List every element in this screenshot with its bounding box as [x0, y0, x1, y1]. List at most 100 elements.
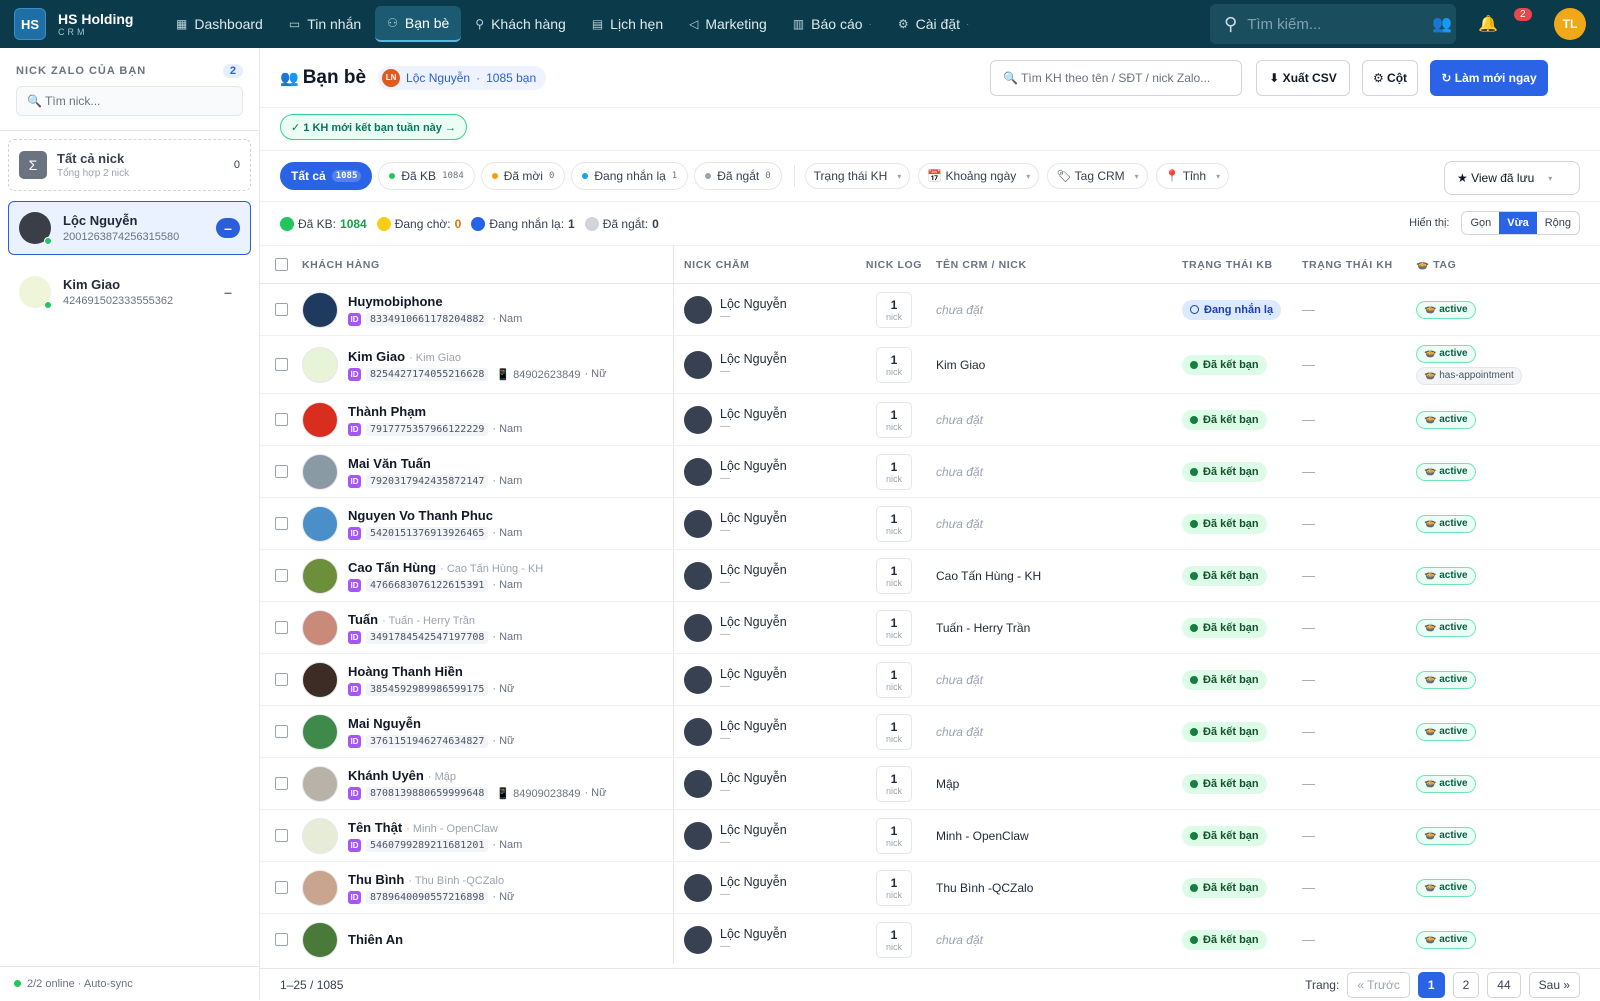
table-row[interactable]: Khánh Uyên · Mập ID 8708139880659999648 📱 84… [260, 758, 1600, 810]
user-avatar[interactable]: TL [1554, 8, 1586, 40]
col-header-nick-log[interactable]: NICK LOG [856, 259, 932, 271]
collapse-nick-button[interactable]: – [216, 282, 240, 302]
table-row[interactable]: Thành Phạm ID 7917775357966122229 · Nam Lộc … [260, 394, 1600, 446]
crm-tag[interactable]: 🍲 active [1416, 670, 1476, 689]
new-friends-notice[interactable]: ✓ 1 KH mới kết bạn tuần này → [280, 114, 467, 140]
sidebar-nick-1[interactable]: Kim Giao 424691502333555362 – [8, 265, 251, 319]
col-header-customer-status[interactable]: TRẠNG THÁI KH [1302, 259, 1416, 271]
row-checkbox[interactable] [274, 933, 288, 946]
col-header-friend-status[interactable]: TRẠNG THÁI KB [1182, 259, 1302, 271]
table-row[interactable]: Hoàng Thanh Hiền ID 3854592989986599175 · N… [260, 654, 1600, 706]
customer-cell[interactable]: Huymobiphone ID 8334910661178204882 · Nam [302, 284, 674, 335]
crm-tag[interactable]: 🍲 active [1416, 826, 1476, 845]
row-checkbox[interactable] [274, 569, 288, 582]
table-row[interactable]: Kim Giao · Kim Giao ID 8254427174055216628 📱… [260, 336, 1600, 394]
row-checkbox[interactable] [274, 358, 288, 371]
table-row[interactable]: Huymobiphone ID 8334910661178204882 · Nam Lộ… [260, 284, 1600, 336]
customer-cell[interactable]: Nguyen Vo Thanh Phuc ID 542015137691392646… [302, 498, 674, 549]
crm-tag[interactable]: 🍲 active [1416, 722, 1476, 741]
columns-button[interactable]: ⚙ Cột [1362, 60, 1418, 96]
nav-item-1[interactable]: ▭ Tin nhắn [277, 6, 373, 42]
col-header-crm[interactable]: TÊN CRM / NICK [932, 259, 1182, 271]
all-nicks-item[interactable]: Σ Tất cả nick Tổng hợp 2 nick 0 [8, 139, 251, 191]
nav-item-0[interactable]: ▦ Dashboard [164, 6, 275, 42]
filter-select-0[interactable]: Trạng thái KH ▾ [804, 163, 911, 189]
page-button-0[interactable]: 1 [1417, 972, 1445, 998]
filter-select-2[interactable]: 🏷 Tag CRM ▾ [1047, 163, 1148, 189]
export-csv-button[interactable]: ⬇ Xuất CSV [1256, 60, 1350, 96]
table-row[interactable]: Mai Nguyễn ID 3761151946274634827 · Nữ Lộc N… [260, 706, 1600, 758]
crm-tag[interactable]: 🍲 active [1416, 410, 1476, 429]
row-checkbox[interactable] [274, 725, 288, 738]
collapse-nick-button[interactable]: – [216, 218, 240, 238]
crm-tag[interactable]: 🍲 active [1416, 566, 1476, 585]
current-nick-chip[interactable]: LN Lộc Nguyễn · 1085 bạn [378, 65, 547, 90]
customer-cell[interactable]: Thiên An [302, 914, 674, 964]
table-row[interactable]: Thiên An Lộc Nguyễn —1 nick chưa đặt Đã kết b… [260, 914, 1600, 964]
filter-tab-4[interactable]: Đã ngắt 0 [694, 162, 782, 190]
crm-tag[interactable]: 🍲 active [1416, 618, 1476, 637]
filter-select-1[interactable]: 📅 Khoảng ngày ▾ [918, 163, 1040, 189]
select-all-checkbox[interactable] [274, 258, 288, 271]
global-search-input[interactable]: ⚲ Tìm kiếm... [1210, 4, 1456, 44]
refresh-button[interactable]: ↻ Làm mới ngay [1430, 60, 1548, 96]
sidebar-nick-0[interactable]: Lộc Nguyễn 2001263874256315580 – [8, 201, 251, 255]
nick-search-input[interactable]: 🔍 Tìm nick... [16, 86, 243, 116]
crm-tag[interactable]: 🍲 active [1416, 300, 1476, 319]
prev-page-button[interactable]: « Trước [1347, 972, 1410, 998]
row-checkbox[interactable] [274, 881, 288, 894]
nav-item-5[interactable]: ◁ Marketing [677, 6, 779, 42]
customer-cell[interactable]: Tuấn · Tuấn - Herry Trần ID 349178454254719… [302, 602, 674, 653]
row-checkbox[interactable] [274, 621, 288, 634]
nav-item-4[interactable]: ▤ Lịch hẹn [580, 6, 675, 42]
brand-logo[interactable]: HS HS Holding CRM [14, 8, 164, 40]
nav-item-7[interactable]: ⚙ Cài đặt · [886, 6, 981, 42]
row-checkbox[interactable] [274, 777, 288, 790]
crm-tag[interactable]: 🍲 active [1416, 774, 1476, 793]
table-row[interactable]: Tuấn · Tuấn - Herry Trần ID 349178454254719… [260, 602, 1600, 654]
customer-cell[interactable]: Mai Văn Tuấn ID 7920317942435872147 · Nam [302, 446, 674, 497]
row-checkbox[interactable] [274, 829, 288, 842]
bell-icon[interactable]: 🔔 [1478, 14, 1498, 34]
row-checkbox[interactable] [274, 303, 288, 316]
saved-views-button[interactable]: ★ View đã lưu ▾ [1444, 161, 1580, 195]
filter-tab-1[interactable]: Đã KB 1084 [378, 162, 475, 190]
customer-cell[interactable]: Thành Phạm ID 7917775357966122229 · Nam [302, 394, 674, 445]
crm-tag[interactable]: 🍲 active [1416, 930, 1476, 949]
density-option-0[interactable]: Gọn [1462, 212, 1499, 234]
customer-cell[interactable]: Thu Bình · Thu Bình -QCZalo ID 878964009055… [302, 862, 674, 913]
page-button-1[interactable]: 2 [1452, 972, 1480, 998]
customer-cell[interactable]: Mai Nguyễn ID 3761151946274634827 · Nữ [302, 706, 674, 757]
crm-tag[interactable]: 🍲 active [1416, 878, 1476, 897]
customer-cell[interactable]: Hoàng Thanh Hiền ID 3854592989986599175 · N… [302, 654, 674, 705]
customer-search-input[interactable]: 🔍 Tìm KH theo tên / SĐT / nick Zalo... [990, 60, 1242, 96]
row-checkbox[interactable] [274, 413, 288, 426]
table-row[interactable]: Nguyen Vo Thanh Phuc ID 542015137691392646… [260, 498, 1600, 550]
customer-cell[interactable]: Cao Tấn Hùng · Cao Tấn Hùng - KH ID 4766683… [302, 550, 674, 601]
density-option-1[interactable]: Vừa [1499, 212, 1537, 234]
filter-tab-3[interactable]: Đang nhắn lạ 1 [571, 162, 689, 190]
next-page-button[interactable]: Sau » [1528, 972, 1580, 998]
crm-tag[interactable]: 🍲 active [1416, 514, 1476, 533]
crm-tag[interactable]: 🍲 active [1416, 462, 1476, 481]
page-button-2[interactable]: 44 [1487, 972, 1521, 998]
row-checkbox[interactable] [274, 673, 288, 686]
customer-cell[interactable]: Kim Giao · Kim Giao ID 8254427174055216628 📱… [302, 336, 674, 393]
table-row[interactable]: Thu Bình · Thu Bình -QCZalo ID 878964009055… [260, 862, 1600, 914]
filter-tab-2[interactable]: Đã mời 0 [480, 162, 566, 190]
row-checkbox[interactable] [274, 517, 288, 530]
density-option-2[interactable]: Rộng [1537, 212, 1579, 234]
customer-cell[interactable]: Tên Thật · Minh - OpenClaw ID 5460799289211… [302, 810, 674, 861]
table-row[interactable]: Mai Văn Tuấn ID 7920317942435872147 · Nam Lộ… [260, 446, 1600, 498]
nav-item-2[interactable]: ⚇ Bạn bè [375, 6, 462, 42]
filter-select-3[interactable]: 📍 Tỉnh ▾ [1155, 163, 1230, 189]
customer-cell[interactable]: Khánh Uyên · Mập ID 8708139880659999648 📱 84… [302, 758, 674, 809]
team-icon[interactable]: 👥 [1432, 14, 1452, 34]
crm-tag[interactable]: 🍲 has-appointment [1416, 366, 1522, 385]
col-header-nick[interactable]: NICK CHĂM [674, 259, 856, 271]
crm-tag[interactable]: 🍲 active [1416, 344, 1476, 363]
nav-item-6[interactable]: ▥ Báo cáo · [781, 6, 884, 42]
filter-tab-0[interactable]: Tất cả 1085 [280, 162, 373, 190]
col-header-customer[interactable]: KHÁCH HÀNG [302, 246, 674, 284]
table-row[interactable]: Tên Thật · Minh - OpenClaw ID 5460799289211… [260, 810, 1600, 862]
